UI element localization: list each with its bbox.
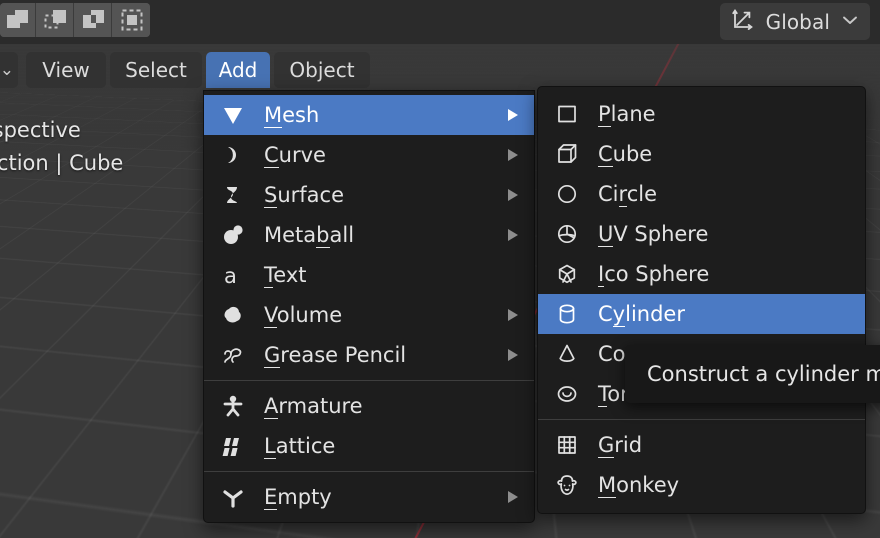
- mesh-item-monkey[interactable]: Monkey: [538, 465, 865, 505]
- editor-type-button[interactable]: ⌄: [0, 52, 18, 88]
- tooltip-text: Construct a cylinder m: [647, 362, 880, 386]
- viewport-info-text: rspective ection | Cube: [0, 114, 123, 180]
- add-menu-panel[interactable]: Mesh Curve Surface Metaball a Text Volume Greas…: [203, 90, 535, 523]
- add-item-curve[interactable]: Curve: [204, 135, 534, 175]
- menu-add[interactable]: Add: [206, 52, 270, 88]
- tooltip: Construct a cylinder m: [625, 345, 880, 403]
- add-item-grease-pencil[interactable]: Grease Pencil: [204, 335, 534, 375]
- chevron-down-icon[interactable]: [840, 10, 860, 34]
- menu-separator: [204, 380, 534, 381]
- add-item-armature[interactable]: Armature: [204, 386, 534, 426]
- add-item-surface[interactable]: Surface: [204, 175, 534, 215]
- menu-item-label: Armature: [264, 394, 363, 419]
- viewport-header-bar: Global: [0, 0, 880, 44]
- cone-icon: [554, 341, 588, 367]
- torus-icon: [554, 381, 588, 407]
- menu-item-label: Text: [264, 263, 307, 288]
- menu-item-label: Grid: [598, 433, 643, 458]
- menu-item-label: Empty: [264, 485, 332, 510]
- mesh-item-plane[interactable]: Plane: [538, 94, 865, 134]
- curve-icon: [220, 142, 254, 168]
- select-set-icon[interactable]: [0, 3, 36, 37]
- mesh-submenu-panel[interactable]: Plane Cube Circle UV Sphere Ico Sphere Cylind…: [537, 86, 866, 514]
- submenu-arrow-icon: [508, 491, 518, 503]
- submenu-arrow-icon: [508, 349, 518, 361]
- mesh-item-cube[interactable]: Cube: [538, 134, 865, 174]
- add-item-lattice[interactable]: Lattice: [204, 426, 534, 466]
- blender-viewport-window: rspective ection | Cube: [0, 0, 880, 538]
- monkey-icon: [554, 472, 588, 498]
- menu-item-label: Monkey: [598, 473, 680, 498]
- menu-item-label: Circle: [598, 182, 657, 207]
- mesh-icon: [220, 102, 254, 128]
- cube-icon: [554, 141, 588, 167]
- select-subtract-icon[interactable]: [76, 3, 112, 37]
- editor-type-chevron-icon: ⌄: [0, 60, 14, 80]
- plane-icon: [554, 101, 588, 127]
- text-icon: a: [220, 262, 254, 288]
- lattice-icon: [220, 433, 254, 459]
- empty-axes-icon: [220, 484, 254, 510]
- orientation-axes-icon: [730, 7, 756, 37]
- cylinder-icon: [554, 301, 588, 327]
- menu-item-label: Grease Pencil: [264, 343, 407, 368]
- menu-item-label: Mesh: [264, 103, 320, 128]
- add-item-volume[interactable]: Volume: [204, 295, 534, 335]
- uv-sphere-icon: [554, 221, 588, 247]
- menu-item-label: Volume: [264, 303, 343, 328]
- orientation-value: Global: [765, 9, 830, 34]
- viewport-info-line-2: ection | Cube: [0, 151, 124, 175]
- circle-icon: [554, 181, 588, 207]
- menu-item-label: Metaball: [264, 223, 355, 248]
- menu-item-label: Cube: [598, 142, 653, 167]
- menu-separator: [538, 419, 865, 420]
- svg-text:a: a: [224, 264, 237, 288]
- menu-separator: [204, 471, 534, 472]
- select-invert-icon[interactable]: [114, 3, 150, 37]
- add-item-empty[interactable]: Empty: [204, 477, 534, 517]
- menu-item-label: Curve: [264, 143, 326, 168]
- menu-item-label: UV Sphere: [598, 222, 709, 247]
- submenu-arrow-icon: [508, 309, 518, 321]
- armature-icon: [220, 393, 254, 419]
- mesh-item-cylinder[interactable]: Cylinder: [538, 294, 865, 334]
- select-extend-icon[interactable]: [38, 3, 74, 37]
- mesh-item-ico-sphere[interactable]: Ico Sphere: [538, 254, 865, 294]
- add-item-text[interactable]: a Text: [204, 255, 534, 295]
- submenu-arrow-icon: [508, 229, 518, 241]
- mesh-item-circle[interactable]: Circle: [538, 174, 865, 214]
- grease-pencil-icon: [220, 342, 254, 368]
- submenu-arrow-icon: [508, 109, 518, 121]
- menu-object[interactable]: Object: [274, 52, 370, 88]
- menu-item-label: Surface: [264, 183, 345, 208]
- ico-sphere-icon: [554, 261, 588, 287]
- add-item-metaball[interactable]: Metaball: [204, 215, 534, 255]
- mesh-item-uv-sphere[interactable]: UV Sphere: [538, 214, 865, 254]
- submenu-arrow-icon: [508, 189, 518, 201]
- menu-item-label: Ico Sphere: [598, 262, 710, 287]
- viewport-info-line-1: rspective: [0, 118, 81, 142]
- metaball-icon: [220, 222, 254, 248]
- add-item-mesh[interactable]: Mesh: [204, 95, 534, 135]
- surface-icon: [220, 182, 254, 208]
- volume-icon: [220, 302, 254, 328]
- select-mode-group[interactable]: [0, 3, 150, 37]
- menu-item-label: Cylinder: [598, 302, 685, 327]
- transform-orientation-dropdown[interactable]: Global: [719, 3, 870, 40]
- grid-icon: [554, 432, 588, 458]
- menu-item-label: Lattice: [264, 434, 336, 459]
- menu-select[interactable]: Select: [110, 52, 202, 88]
- menu-view[interactable]: View: [26, 52, 106, 88]
- menu-item-label: Plane: [598, 102, 656, 127]
- submenu-arrow-icon: [508, 149, 518, 161]
- mesh-item-grid[interactable]: Grid: [538, 425, 865, 465]
